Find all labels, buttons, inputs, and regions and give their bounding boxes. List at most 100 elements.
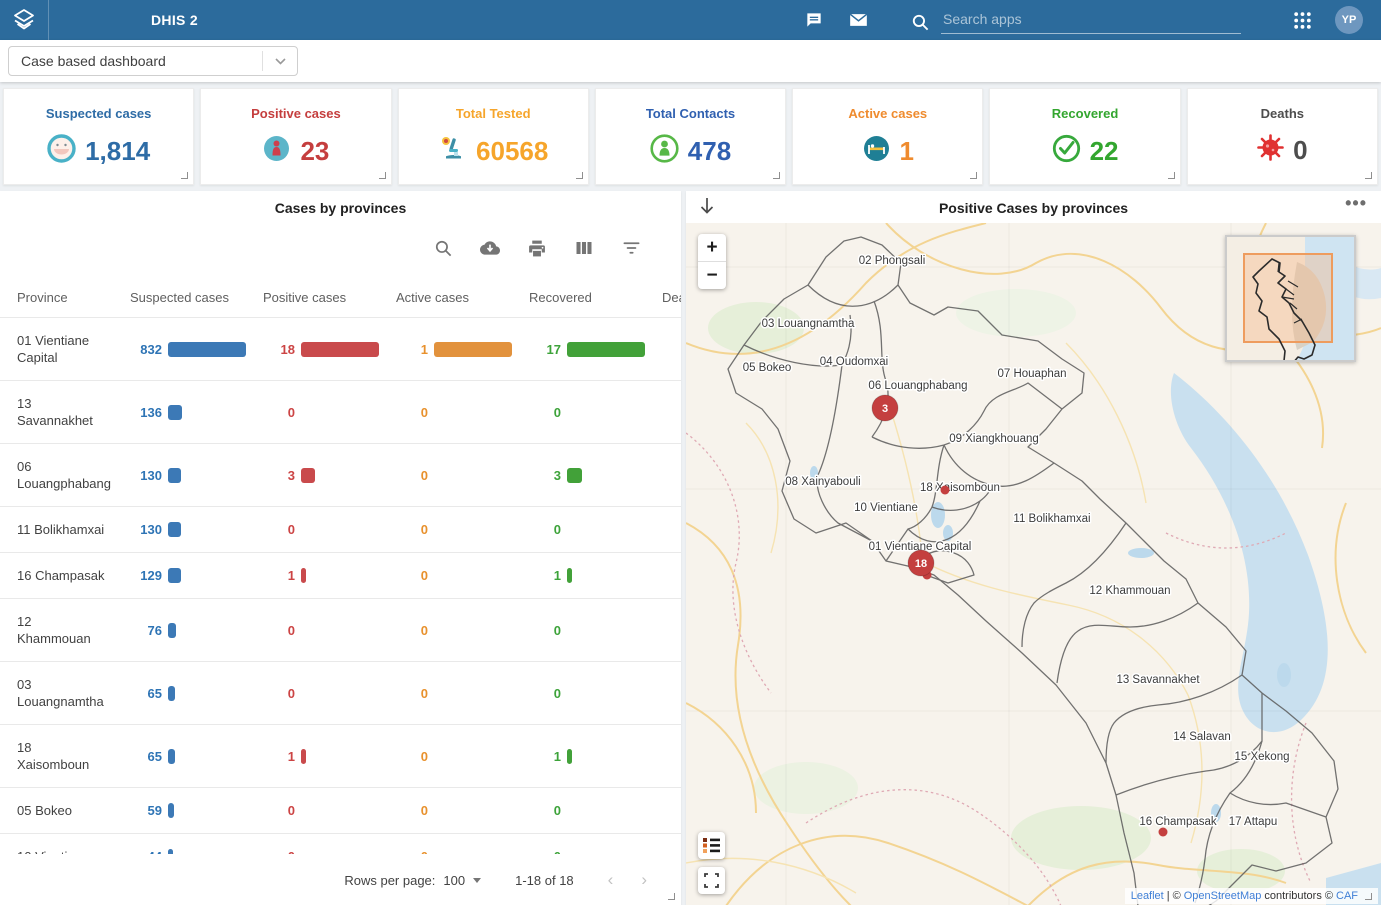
table-row[interactable]: 03 Louangnamtha 650000	[0, 661, 681, 724]
value-bar	[301, 342, 379, 357]
value-bar	[168, 405, 182, 420]
more-options-icon[interactable]: •••	[1345, 193, 1367, 214]
overview-minimap[interactable]	[1225, 235, 1356, 362]
map-label: 11 Bolikhamxai	[1013, 513, 1090, 525]
table-toolbar-print-icon[interactable]	[527, 238, 547, 258]
value-cell: 1	[379, 342, 512, 357]
email-icon[interactable]	[847, 9, 869, 31]
positive-person-icon	[262, 134, 291, 168]
map-canvas[interactable]: 02 Phongsali03 Louangnamtha05 Bokeo04 Ou…	[686, 223, 1381, 905]
resize-handle-icon[interactable]	[1168, 172, 1175, 179]
kpi-card-recovered[interactable]: Recovered 22	[989, 88, 1180, 185]
table-row[interactable]: 05 Bokeo 590000	[0, 787, 681, 833]
dhis2-logo-icon[interactable]	[0, 0, 48, 40]
resize-handle-icon[interactable]	[576, 172, 583, 179]
column-header-positive-cases[interactable]: Positive cases	[246, 290, 379, 305]
resize-handle-icon[interactable]	[970, 172, 977, 179]
column-header-deaths[interactable]: Deaths	[645, 290, 681, 305]
map-labels: 02 Phongsali03 Louangnamtha05 Bokeo04 Ou…	[743, 255, 1290, 828]
kpi-card-positive-cases[interactable]: Positive cases 23	[200, 88, 391, 185]
map-label: 05 Bokeo	[743, 362, 792, 374]
kpi-card-total-contacts[interactable]: Total Contacts 478	[595, 88, 786, 185]
resize-handle-icon[interactable]	[668, 893, 675, 900]
map-label: 07 Houaphan	[997, 368, 1066, 380]
resize-handle-icon[interactable]	[1365, 172, 1372, 179]
map-dot-marker[interactable]	[941, 486, 950, 495]
map-label: 10 Vientiane	[854, 502, 918, 514]
table-row[interactable]: 11 Bolikhamxai 1300000	[0, 506, 681, 552]
chevron-down-icon	[263, 58, 297, 65]
value-cell: 0	[379, 468, 512, 483]
resize-handle-icon[interactable]	[379, 172, 386, 179]
value-bar	[567, 749, 572, 764]
map-label: 12 Khammouan	[1089, 585, 1170, 597]
value-cell: 65	[113, 749, 246, 764]
mask-face-icon	[47, 134, 76, 168]
search-icon[interactable]	[909, 12, 931, 34]
value-cell: 0	[246, 686, 379, 701]
legend-button[interactable]	[698, 832, 725, 859]
dashboard-select[interactable]: Case based dashboard	[8, 46, 298, 76]
value-cell: 0	[246, 623, 379, 638]
header-divider	[48, 0, 49, 40]
kpi-card-total-tested[interactable]: Total Tested 60568	[398, 88, 589, 185]
column-header-suspected-cases[interactable]: Suspected cases	[113, 290, 246, 305]
caf-link[interactable]: CAF	[1336, 890, 1358, 902]
chat-icon[interactable]	[803, 9, 825, 31]
virus-icon	[1257, 134, 1284, 166]
map-label: 13 Savannakhet	[1116, 674, 1200, 686]
column-header-province[interactable]: Province	[0, 290, 113, 305]
rows-per-page-control[interactable]: Rows per page: 100	[344, 873, 481, 888]
map-label: 08 Xainyabouli	[785, 476, 860, 488]
table-pagination: Rows per page: 100 1-18 of 18 ‹ ›	[0, 854, 681, 905]
value-cell: 130	[113, 468, 246, 483]
value-cell: 0	[246, 803, 379, 818]
table-row[interactable]: 01 Vientiane Capital 832181170	[0, 317, 681, 380]
value-cell: 129	[113, 568, 246, 583]
map-dot-marker[interactable]	[1159, 828, 1168, 837]
value-cell: 0	[512, 803, 645, 818]
leaflet-link[interactable]: Leaflet	[1131, 890, 1164, 902]
zoom-out-button[interactable]: −	[698, 262, 726, 289]
value-cell: 0	[512, 522, 645, 537]
map-label: 03 Louangnamtha	[762, 318, 855, 330]
column-header-active-cases[interactable]: Active cases	[379, 290, 512, 305]
map-attribution: Leaflet | © OpenStreetMap contributors ©…	[1125, 888, 1378, 904]
dashboard-selector-bar: Case based dashboard	[0, 40, 1381, 82]
user-avatar[interactable]: YP	[1335, 6, 1363, 34]
resize-handle-icon[interactable]	[1365, 893, 1372, 900]
apps-grid-icon[interactable]	[1291, 9, 1313, 31]
resize-handle-icon[interactable]	[181, 172, 188, 179]
kpi-card-suspected-cases[interactable]: Suspected cases 1,814	[3, 88, 194, 185]
value-cell: 0	[645, 468, 681, 483]
table-row[interactable]: 18 Xaisomboun 651010	[0, 724, 681, 787]
value-bar	[567, 342, 645, 357]
resize-handle-icon[interactable]	[773, 172, 780, 179]
search-apps-input[interactable]	[941, 7, 1241, 34]
province-cell: 11 Bolikhamxai	[0, 507, 113, 552]
value-cell: 0	[645, 803, 681, 818]
value-bar	[168, 468, 181, 483]
osm-link[interactable]: OpenStreetMap	[1184, 890, 1262, 902]
kpi-card-active-cases[interactable]: Active cases 1	[792, 88, 983, 185]
column-header-recovered[interactable]: Recovered	[512, 290, 645, 305]
table-toolbar-columns-icon[interactable]	[574, 238, 594, 258]
prev-page-button[interactable]: ‹	[608, 870, 614, 890]
value-cell: 17	[512, 342, 645, 357]
map-label: 09 Xiangkhouang	[949, 433, 1039, 445]
fullscreen-button[interactable]	[698, 867, 725, 894]
download-arrow-icon[interactable]	[698, 196, 716, 221]
kpi-card-deaths[interactable]: Deaths 0	[1187, 88, 1378, 185]
value-cell: 0	[512, 686, 645, 701]
next-page-button[interactable]: ›	[641, 870, 647, 890]
table-header-row: ProvinceSuspected casesPositive casesAct…	[0, 282, 681, 317]
table-toolbar-filter-icon[interactable]	[621, 238, 641, 258]
zoom-in-button[interactable]: +	[698, 234, 726, 261]
table-toolbar-search-icon[interactable]	[433, 238, 453, 258]
table-row[interactable]: 12 Khammouan 760000	[0, 598, 681, 661]
table-row[interactable]: 13 Savannakhet 1360000	[0, 380, 681, 443]
table-toolbar-download-icon[interactable]	[480, 238, 500, 258]
value-bar	[168, 568, 181, 583]
table-row[interactable]: 16 Champasak 1291010	[0, 552, 681, 598]
table-row[interactable]: 06 Louangphabang 1303030	[0, 443, 681, 506]
